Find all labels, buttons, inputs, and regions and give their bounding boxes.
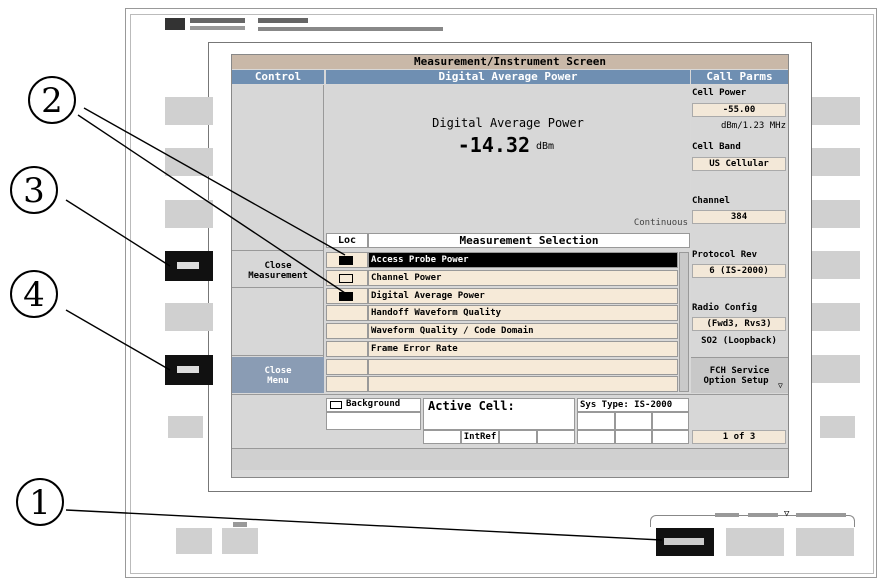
callout-lines — [65, 107, 663, 541]
callout-4: 4 — [10, 270, 58, 318]
callout-2: 2 — [28, 76, 76, 124]
callout-1: 1 — [16, 478, 64, 526]
callout-3: 3 — [10, 166, 58, 214]
